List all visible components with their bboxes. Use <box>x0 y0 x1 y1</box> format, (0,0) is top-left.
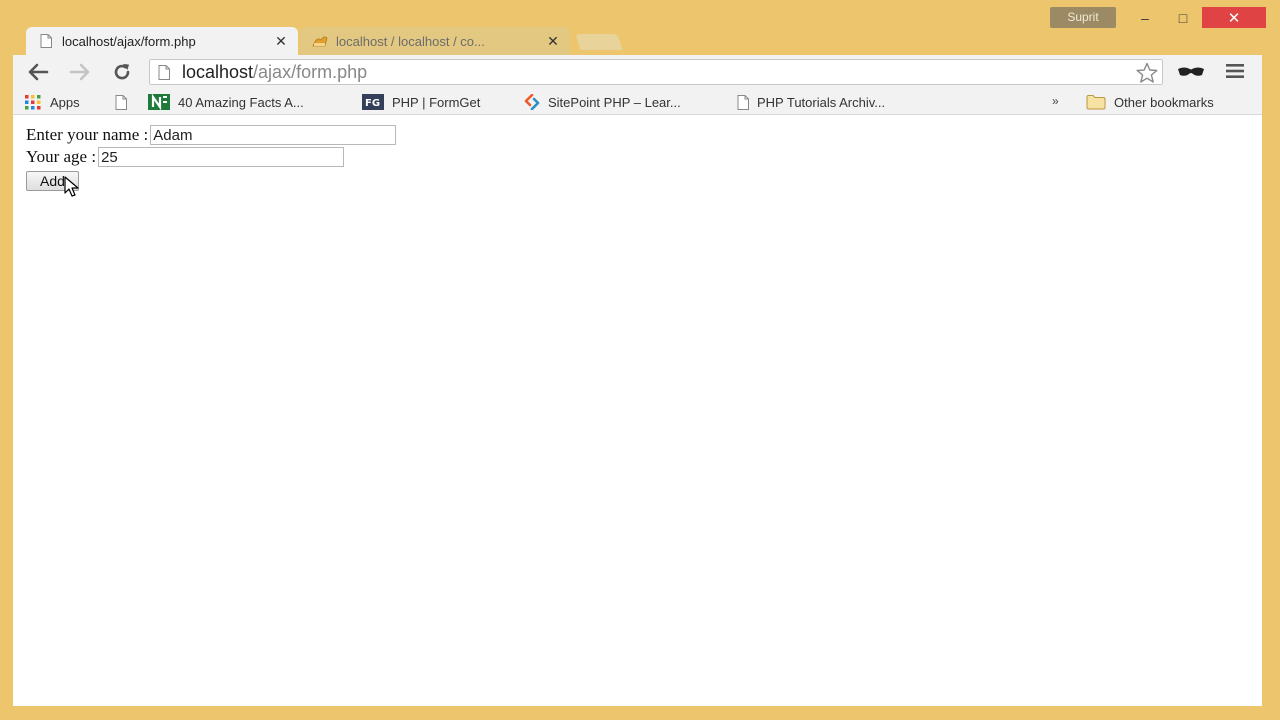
phpmyadmin-icon <box>312 36 328 47</box>
forward-arrow-icon <box>69 63 90 81</box>
page-icon <box>158 64 170 80</box>
menu-icon[interactable] <box>1225 62 1245 80</box>
bookmark-star-icon[interactable] <box>1136 62 1158 84</box>
bookmark-blank-page[interactable] <box>115 93 135 111</box>
bookmark-label: PHP Tutorials Archiv... <box>757 94 886 110</box>
page-icon <box>40 34 52 48</box>
minimize-button[interactable]: – <box>1130 7 1160 28</box>
page-content: Enter your name : Your age : Add <box>13 115 1262 706</box>
name-row: Enter your name : <box>26 125 397 145</box>
bookmark-label: PHP | FormGet <box>392 94 481 110</box>
browser-window: Suprit – □ ✕ localhost/ajax/form.php ✕ l… <box>0 0 1280 720</box>
tab-form-php[interactable]: localhost/ajax/form.php ✕ <box>26 27 298 55</box>
page-icon <box>115 94 127 110</box>
bookmark-php-tutorials[interactable]: PHP Tutorials Archiv... <box>737 93 885 111</box>
mouse-cursor-icon <box>64 176 79 197</box>
extension-icon[interactable] <box>1177 64 1205 80</box>
back-arrow-icon <box>28 63 49 81</box>
tab-phpmyadmin[interactable]: localhost / localhost / co... ✕ <box>300 27 570 55</box>
tab-title: localhost/ajax/form.php <box>62 33 196 49</box>
reload-icon <box>114 64 130 80</box>
other-bookmarks[interactable]: Other bookmarks <box>1086 93 1214 111</box>
close-tab-icon[interactable]: ✕ <box>270 33 292 50</box>
forward-button[interactable] <box>67 60 93 84</box>
name-input[interactable] <box>150 125 397 145</box>
folder-icon <box>1086 95 1106 110</box>
url-host: localhost <box>182 61 254 82</box>
age-label: Your age : <box>26 147 97 166</box>
close-tab-icon[interactable]: ✕ <box>542 33 564 50</box>
maximize-button[interactable]: □ <box>1168 7 1198 28</box>
bookmark-label: 40 Amazing Facts A... <box>178 94 304 110</box>
profile-badge[interactable]: Suprit <box>1050 7 1116 28</box>
reload-button[interactable] <box>109 60 135 84</box>
address-bar[interactable]: localhost/ajax/form.php <box>149 59 1163 85</box>
age-row: Your age : <box>26 147 345 167</box>
formget-icon: FG <box>362 94 384 110</box>
new-tab-button[interactable] <box>575 34 623 50</box>
bookmark-sitepoint-php[interactable]: SitePoint PHP – Lear... <box>524 93 681 111</box>
bookmark-php-formget[interactable]: FG PHP | FormGet <box>362 93 480 111</box>
apps-grid-icon <box>25 95 41 110</box>
back-button[interactable] <box>25 60 51 84</box>
url-path: /ajax/form.php <box>253 61 368 82</box>
green-n-icon <box>148 94 170 110</box>
browser-toolbar: localhost/ajax/form.php <box>13 55 1262 89</box>
bookmark-40-amazing-facts[interactable]: 40 Amazing Facts A... <box>148 93 304 111</box>
close-window-button[interactable]: ✕ <box>1202 7 1266 28</box>
svg-text:FG: FG <box>365 98 380 109</box>
sitepoint-icon <box>524 94 540 110</box>
bookmark-label: Apps <box>50 94 80 110</box>
tab-title: localhost / localhost / co... <box>336 33 485 49</box>
bookmark-label: Other bookmarks <box>1114 94 1214 110</box>
more-bookmarks-chevron[interactable]: » <box>1052 94 1059 108</box>
name-label: Enter your name : <box>26 125 149 144</box>
bookmark-label: SitePoint PHP – Lear... <box>548 94 681 110</box>
bookmark-apps[interactable]: Apps <box>24 93 80 111</box>
page-icon <box>737 94 749 110</box>
bookmarks-bar: Apps 40 Amazing Facts A... FG PHP | Form… <box>13 89 1262 115</box>
age-input[interactable] <box>98 147 345 167</box>
